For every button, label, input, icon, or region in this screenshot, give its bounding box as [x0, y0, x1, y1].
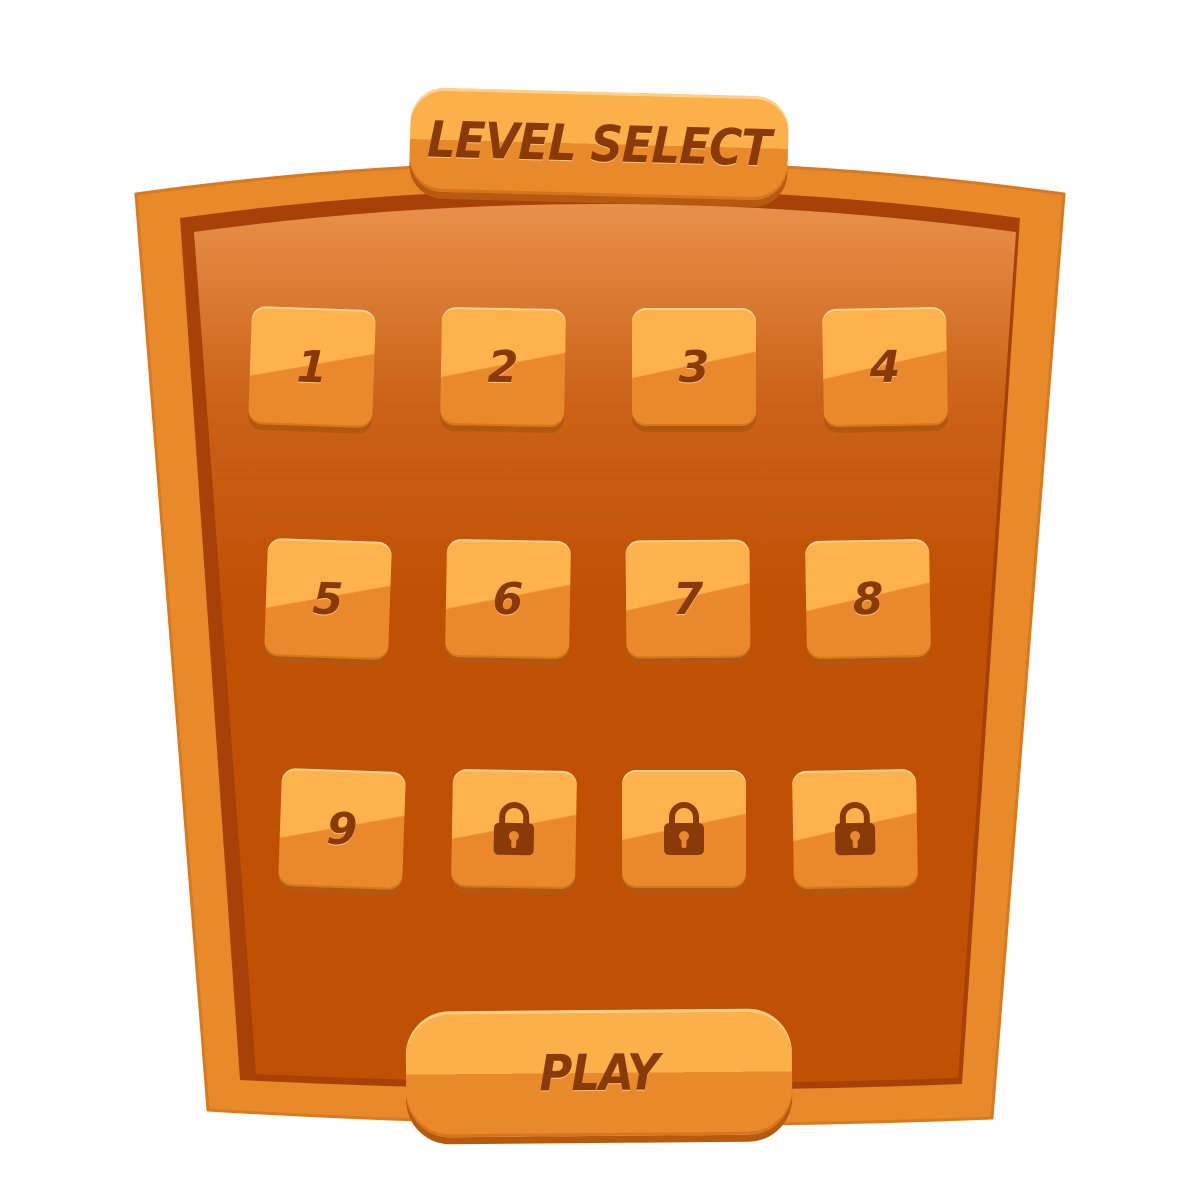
level-number: 9: [325, 802, 359, 856]
level-tile-locked[interactable]: [622, 770, 746, 888]
level-tile-5[interactable]: 5: [263, 537, 393, 661]
play-button[interactable]: PLAY: [405, 1008, 793, 1138]
level-number: 8: [852, 573, 884, 625]
level-tile-7[interactable]: 7: [625, 539, 751, 659]
level-tile-3[interactable]: 3: [632, 308, 756, 426]
level-tile-1[interactable]: 1: [247, 305, 377, 429]
level-number: 2: [487, 341, 519, 393]
level-number: 6: [492, 573, 524, 625]
title-plaque: LEVEL SELECT: [408, 87, 790, 201]
level-number: 4: [869, 341, 901, 393]
level-number: 1: [295, 340, 329, 394]
lock-icon: [493, 802, 535, 856]
level-tile-locked[interactable]: [450, 768, 578, 890]
level-number: 7: [672, 573, 704, 625]
level-number: 5: [311, 572, 345, 626]
level-tile-2[interactable]: 2: [439, 306, 567, 428]
level-tile-9[interactable]: 9: [277, 767, 407, 891]
level-select-screen: LEVEL SELECT 1 2 3 4 5 6 7 8 9 PLAY: [0, 0, 1200, 1200]
level-number: 3: [678, 341, 710, 393]
lock-icon: [664, 802, 704, 855]
level-tile-locked[interactable]: [791, 768, 919, 890]
play-button-label: PLAY: [539, 1043, 659, 1103]
level-tile-6[interactable]: 6: [444, 538, 572, 660]
lock-icon: [834, 802, 876, 856]
level-tile-8[interactable]: 8: [804, 538, 932, 660]
page-title: LEVEL SELECT: [426, 110, 772, 178]
level-tile-4[interactable]: 4: [821, 306, 949, 428]
